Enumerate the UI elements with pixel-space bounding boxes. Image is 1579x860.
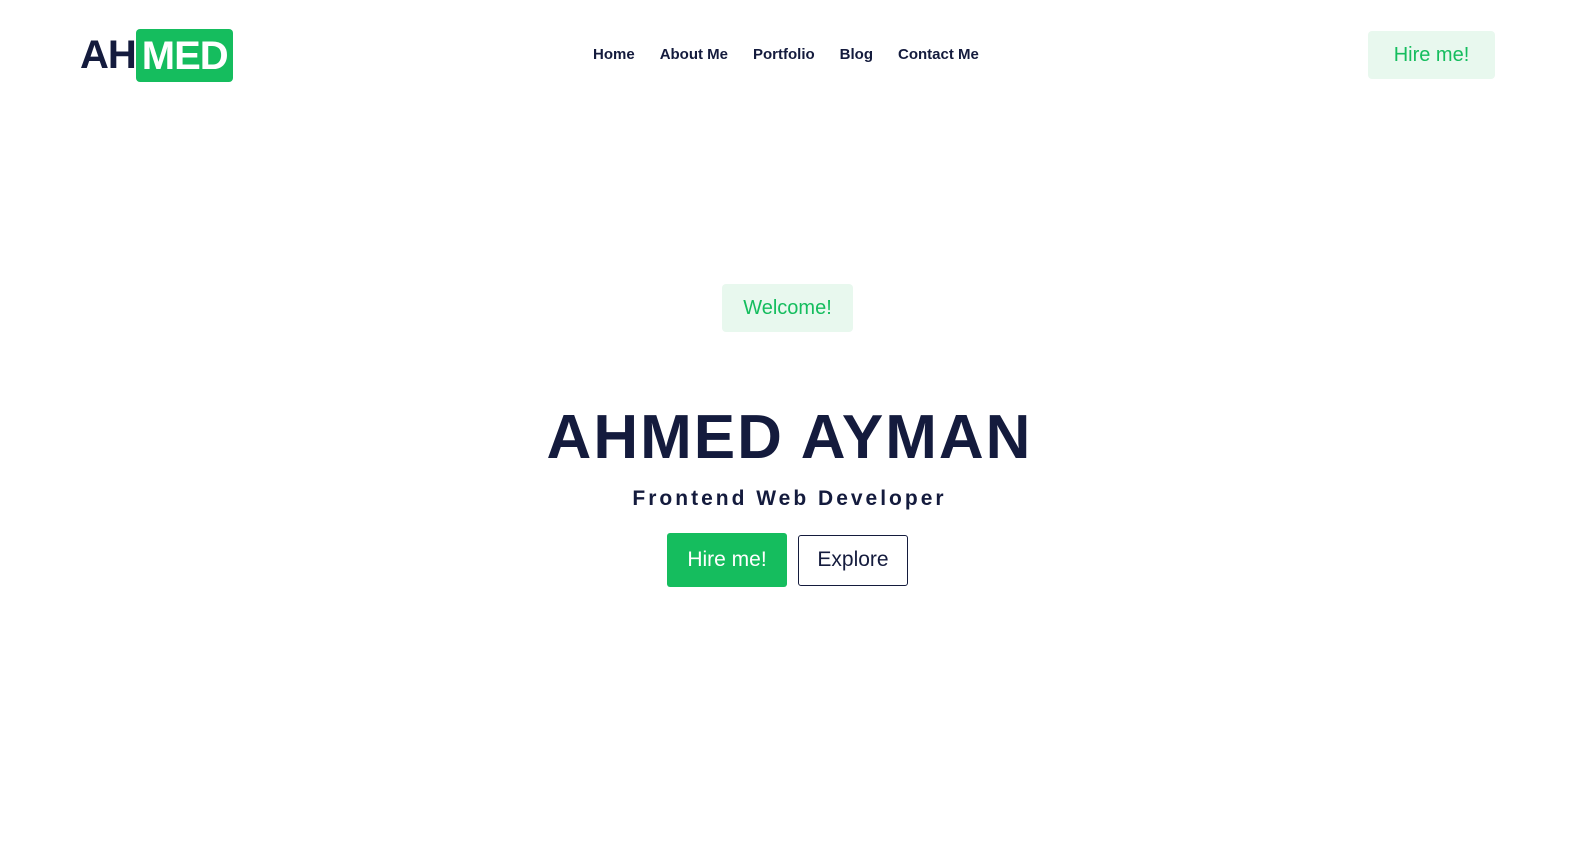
nav-item-about-me[interactable]: About Me [660, 44, 728, 66]
logo[interactable]: AH MED [80, 29, 233, 82]
welcome-badge: Welcome! [722, 284, 853, 332]
nav-item-home[interactable]: Home [593, 44, 635, 66]
main-nav: Home About Me Portfolio Blog Contact Me [593, 44, 979, 66]
header-hire-button[interactable]: Hire me! [1368, 31, 1495, 79]
nav-item-blog[interactable]: Blog [840, 44, 873, 66]
site-header: AH MED Home About Me Portfolio Blog Conta… [0, 0, 1579, 110]
logo-text-dark: AH [80, 33, 137, 77]
explore-button[interactable]: Explore [798, 535, 908, 586]
nav-item-portfolio[interactable]: Portfolio [753, 44, 815, 66]
hire-me-button[interactable]: Hire me! [667, 533, 787, 587]
logo-text-highlight: MED [135, 29, 233, 82]
hero-subtitle: Frontend Web Developer [632, 487, 947, 510]
hero-title: AHMED AYMAN [546, 403, 1033, 472]
nav-item-contact-me[interactable]: Contact Me [898, 44, 979, 66]
